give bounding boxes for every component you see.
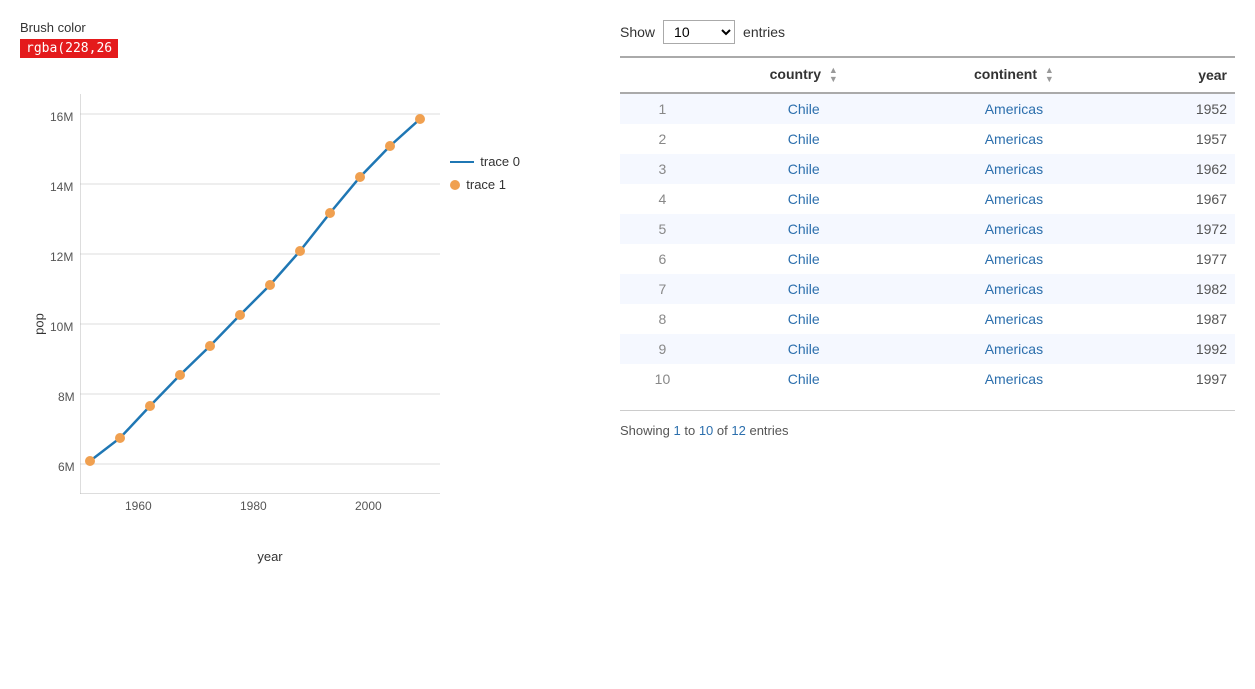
table-row: 6 Chile Americas 1977 bbox=[620, 244, 1235, 274]
table-row: 4 Chile Americas 1967 bbox=[620, 184, 1235, 214]
legend-dot-trace1 bbox=[450, 180, 460, 190]
cell-continent: Americas bbox=[903, 304, 1126, 334]
cell-country: Chile bbox=[705, 93, 903, 124]
table-row: 1 Chile Americas 1952 bbox=[620, 93, 1235, 124]
y-tick-16m: 16M bbox=[50, 110, 73, 124]
cell-num: 10 bbox=[620, 364, 705, 394]
y-tick-6m: 6M bbox=[58, 460, 75, 474]
continent-sort-icon[interactable]: ▲▼ bbox=[1045, 66, 1054, 84]
cell-continent: Americas bbox=[903, 154, 1126, 184]
chart-svg bbox=[80, 94, 440, 494]
cell-num: 7 bbox=[620, 274, 705, 304]
cell-country: Chile bbox=[705, 364, 903, 394]
table-row: 9 Chile Americas 1992 bbox=[620, 334, 1235, 364]
footer-to: 10 bbox=[699, 423, 713, 438]
footer-total: 12 bbox=[731, 423, 745, 438]
cell-num: 1 bbox=[620, 93, 705, 124]
table-body: 1 Chile Americas 1952 2 Chile Americas 1… bbox=[620, 93, 1235, 394]
table-row: 7 Chile Americas 1982 bbox=[620, 274, 1235, 304]
cell-country: Chile bbox=[705, 304, 903, 334]
col-num bbox=[620, 57, 705, 93]
cell-num: 9 bbox=[620, 334, 705, 364]
cell-num: 5 bbox=[620, 214, 705, 244]
x-tick-1960: 1960 bbox=[125, 499, 152, 513]
cell-num: 6 bbox=[620, 244, 705, 274]
cell-country: Chile bbox=[705, 214, 903, 244]
legend-line-trace0 bbox=[450, 161, 474, 163]
x-tick-2000: 2000 bbox=[355, 499, 382, 513]
entries-label: entries bbox=[743, 24, 785, 40]
legend-trace0-label: trace 0 bbox=[480, 154, 520, 169]
cell-year: 1952 bbox=[1125, 93, 1235, 124]
table-row: 10 Chile Americas 1997 bbox=[620, 364, 1235, 394]
col-continent[interactable]: continent ▲▼ bbox=[903, 57, 1126, 93]
cell-year: 1977 bbox=[1125, 244, 1235, 274]
cell-continent: Americas bbox=[903, 274, 1126, 304]
legend-trace0: trace 0 bbox=[450, 154, 520, 169]
cell-num: 8 bbox=[620, 304, 705, 334]
cell-num: 4 bbox=[620, 184, 705, 214]
table-row: 5 Chile Americas 1972 bbox=[620, 214, 1235, 244]
footer-to-label: to bbox=[684, 423, 698, 438]
chart-legend: trace 0 trace 1 bbox=[450, 154, 520, 192]
cell-country: Chile bbox=[705, 124, 903, 154]
y-tick-8m: 8M bbox=[58, 390, 75, 404]
x-tick-1980: 1980 bbox=[240, 499, 267, 513]
cell-year: 1972 bbox=[1125, 214, 1235, 244]
y-axis-label: pop bbox=[31, 313, 46, 335]
cell-continent: Americas bbox=[903, 184, 1126, 214]
cell-country: Chile bbox=[705, 154, 903, 184]
footer-from: 1 bbox=[673, 423, 680, 438]
table-footer: Showing 1 to 10 of 12 entries bbox=[620, 410, 1235, 438]
table-row: 3 Chile Americas 1962 bbox=[620, 154, 1235, 184]
col-year[interactable]: year bbox=[1125, 57, 1235, 93]
brush-color-value: rgba(228,26 bbox=[20, 39, 118, 58]
cell-continent: Americas bbox=[903, 124, 1126, 154]
cell-year: 1962 bbox=[1125, 154, 1235, 184]
cell-country: Chile bbox=[705, 274, 903, 304]
table-header-row: country ▲▼ continent ▲▼ year bbox=[620, 57, 1235, 93]
data-table: country ▲▼ continent ▲▼ year 1 Chile Ame… bbox=[620, 56, 1235, 394]
cell-continent: Americas bbox=[903, 334, 1126, 364]
cell-year: 1992 bbox=[1125, 334, 1235, 364]
country-sort-icon[interactable]: ▲▼ bbox=[829, 66, 838, 84]
table-row: 2 Chile Americas 1957 bbox=[620, 124, 1235, 154]
legend-trace1-label: trace 1 bbox=[466, 177, 506, 192]
cell-year: 1987 bbox=[1125, 304, 1235, 334]
cell-continent: Americas bbox=[903, 214, 1126, 244]
legend-trace1: trace 1 bbox=[450, 177, 520, 192]
chart-container: pop bbox=[20, 74, 520, 574]
footer-showing: Showing bbox=[620, 423, 673, 438]
footer-of-label: of bbox=[717, 423, 731, 438]
cell-num: 3 bbox=[620, 154, 705, 184]
entries-select[interactable]: 10 25 50 100 bbox=[663, 20, 735, 44]
cell-country: Chile bbox=[705, 184, 903, 214]
cell-year: 1967 bbox=[1125, 184, 1235, 214]
y-tick-12m: 12M bbox=[50, 250, 73, 264]
x-axis-label: year bbox=[257, 549, 282, 564]
right-panel: Show 10 25 50 100 entries country ▲▼ con… bbox=[620, 20, 1235, 574]
left-panel: Brush color rgba(228,26 pop bbox=[20, 20, 580, 574]
cell-num: 2 bbox=[620, 124, 705, 154]
cell-country: Chile bbox=[705, 334, 903, 364]
cell-year: 1982 bbox=[1125, 274, 1235, 304]
table-row: 8 Chile Americas 1987 bbox=[620, 304, 1235, 334]
y-tick-14m: 14M bbox=[50, 180, 73, 194]
cell-year: 1957 bbox=[1125, 124, 1235, 154]
cell-continent: Americas bbox=[903, 244, 1126, 274]
brush-color-label: Brush color bbox=[20, 20, 580, 35]
footer-suffix: entries bbox=[749, 423, 788, 438]
col-country[interactable]: country ▲▼ bbox=[705, 57, 903, 93]
y-tick-10m: 10M bbox=[50, 320, 73, 334]
cell-continent: Americas bbox=[903, 364, 1126, 394]
show-label: Show bbox=[620, 24, 655, 40]
table-controls: Show 10 25 50 100 entries bbox=[620, 20, 1235, 44]
cell-country: Chile bbox=[705, 244, 903, 274]
cell-year: 1997 bbox=[1125, 364, 1235, 394]
cell-continent: Americas bbox=[903, 93, 1126, 124]
